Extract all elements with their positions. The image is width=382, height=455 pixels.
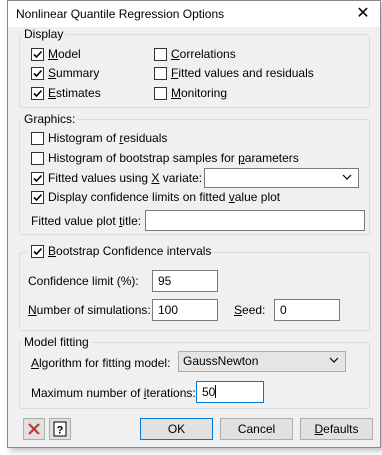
check-icon [33, 69, 43, 78]
histogram-bootstrap-label: Histogram of bootstrap samples for param… [48, 151, 299, 165]
fitted-values-residuals-label: Fitted values and residuals [171, 66, 314, 80]
help-icon: ? [53, 421, 67, 437]
correlations-checkbox[interactable] [154, 48, 167, 61]
help-button[interactable]: ? [49, 418, 71, 440]
model-checkbox[interactable] [31, 48, 44, 61]
check-icon [33, 193, 43, 202]
histogram-residuals-label: Histogram of residuals [48, 131, 168, 145]
algorithm-label: Algorithm for fitting model: [31, 356, 171, 370]
estimates-label: Estimates [48, 86, 101, 100]
simulations-input[interactable]: 100 [152, 299, 218, 321]
text-cursor [215, 385, 217, 398]
graphics-group-label: Graphics: [22, 112, 78, 126]
max-iterations-input[interactable]: 50 [196, 381, 264, 403]
display-confidence-checkbox[interactable] [31, 191, 44, 204]
fitted-values-x-label: Fitted values using X variate: [48, 171, 203, 185]
algorithm-value: GaussNewton [183, 354, 259, 368]
estimates-checkbox[interactable] [31, 87, 44, 100]
histogram-bootstrap-checkbox[interactable] [31, 152, 44, 165]
seed-label: Seed: [234, 303, 266, 317]
dialog-window: Nonlinear Quantile Regression Options ✕ … [7, 0, 381, 448]
seed-input[interactable]: 0 [274, 299, 340, 321]
chevron-down-icon [329, 357, 339, 363]
bootstrap-checkbox[interactable] [31, 245, 44, 258]
clear-button[interactable] [23, 418, 45, 440]
histogram-residuals-checkbox[interactable] [31, 132, 44, 145]
max-iterations-value: 50 [202, 385, 216, 399]
display-group-label: Display [22, 27, 66, 41]
fitted-values-residuals-checkbox[interactable] [154, 67, 167, 80]
dialog-title: Nonlinear Quantile Regression Options [16, 7, 225, 21]
monitoring-checkbox[interactable] [154, 87, 167, 100]
bootstrap-label: Bootstrap Confidence intervals [48, 244, 212, 258]
check-icon [33, 50, 43, 59]
model-fitting-group-label: Model fitting [22, 335, 91, 349]
clear-x-icon [28, 423, 40, 435]
confidence-limit-label: Confidence limit (%): [28, 274, 139, 288]
fitted-values-x-checkbox[interactable] [31, 172, 44, 185]
correlations-label: Correlations [171, 47, 236, 61]
model-label: Model [48, 47, 81, 61]
close-icon[interactable]: ✕ [352, 3, 374, 25]
summary-label: Summary [48, 66, 100, 80]
monitoring-label: Monitoring [171, 86, 228, 100]
cancel-button[interactable]: Cancel [220, 418, 293, 440]
ok-button[interactable]: OK [140, 418, 213, 440]
plot-title-label: Fitted value plot title: [31, 214, 142, 228]
confidence-limit-input[interactable]: 95 [152, 270, 218, 292]
chevron-down-icon [342, 174, 352, 180]
summary-checkbox[interactable] [31, 67, 44, 80]
x-variate-select[interactable] [204, 168, 359, 188]
defaults-button[interactable]: Defaults [300, 418, 373, 440]
check-icon [33, 174, 43, 183]
check-icon [33, 247, 43, 256]
svg-text:?: ? [57, 425, 64, 437]
display-confidence-label: Display confidence limits on fitted valu… [48, 190, 281, 204]
algorithm-select[interactable]: GaussNewton [178, 351, 346, 372]
title-bar: Nonlinear Quantile Regression Options ✕ [8, 1, 380, 27]
check-icon [33, 89, 43, 98]
simulations-label: Number of simulations: [28, 303, 151, 317]
max-iterations-label: Maximum number of iterations: [31, 386, 196, 400]
plot-title-input[interactable] [145, 210, 365, 231]
